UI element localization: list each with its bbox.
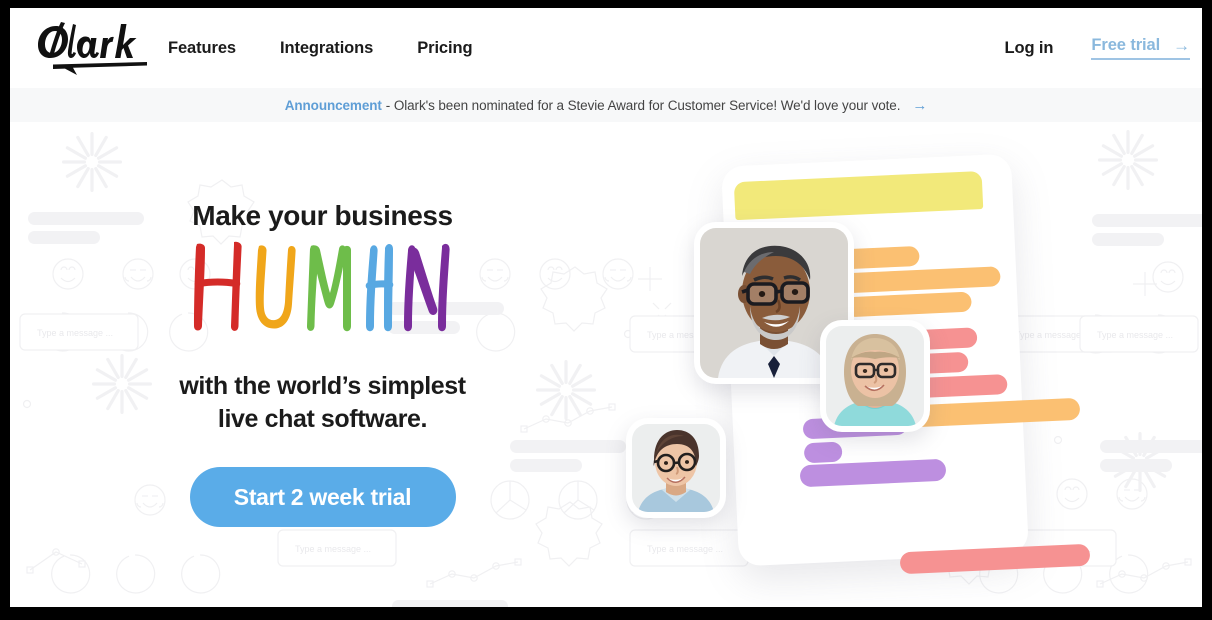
human-letter-U xyxy=(255,245,296,329)
site-header: Features Integrations Pricing Log in Fre… xyxy=(10,8,1202,88)
login-link[interactable]: Log in xyxy=(1005,39,1054,58)
start-trial-button[interactable]: Start 2 week trial xyxy=(189,467,456,527)
hero-copy: Make your business with the world’s simp… xyxy=(10,122,635,607)
headline-subline: with the world’s simplest live chat soft… xyxy=(179,370,466,436)
chat-bubble-orange-3 xyxy=(845,291,972,318)
free-trial-label: Free trial xyxy=(1091,36,1161,54)
hero-section: Type a message ... Make your business wi… xyxy=(10,122,1202,607)
headline-line-2: with the world’s simplest xyxy=(179,372,466,400)
chat-bubble-orange-2 xyxy=(844,266,1001,294)
main-navigation: Features Integrations Pricing xyxy=(168,8,473,88)
nav-item-pricing[interactable]: Pricing xyxy=(417,39,472,58)
free-trial-link[interactable]: Free trial → xyxy=(1091,36,1190,60)
chat-bubble-purple-2 xyxy=(803,441,843,464)
human-letter-A xyxy=(365,243,393,332)
announcement-text: - Olark's been nominated for a Stevie Aw… xyxy=(385,97,901,113)
headline-line-1: Make your business xyxy=(192,200,453,231)
headline-line-3: live chat software. xyxy=(217,405,428,433)
nav-item-integrations[interactable]: Integrations xyxy=(280,39,373,58)
human-letter-H xyxy=(193,241,242,331)
avatar-woman-blonde xyxy=(820,320,930,432)
page-frame: Features Integrations Pricing Log in Fre… xyxy=(10,8,1202,607)
announcement-arrow-icon: → xyxy=(912,96,928,114)
chat-illustration xyxy=(610,122,1202,607)
headline-human-word xyxy=(187,241,459,338)
announcement-label: Announcement xyxy=(284,97,382,113)
announcement-bar[interactable]: Announcement - Olark's been nominated fo… xyxy=(10,88,1202,122)
olark-logo[interactable] xyxy=(35,20,153,76)
header-actions: Log in Free trial → xyxy=(1005,8,1190,88)
human-letter-M xyxy=(306,245,351,332)
human-letter-N xyxy=(403,243,450,332)
chat-bubble-orange-1 xyxy=(842,245,920,270)
avatar-person-short-hair xyxy=(626,418,726,518)
chat-bubble-yellow xyxy=(733,170,984,221)
arrow-right-icon: → xyxy=(1173,36,1190,55)
nav-item-features[interactable]: Features xyxy=(168,39,236,58)
